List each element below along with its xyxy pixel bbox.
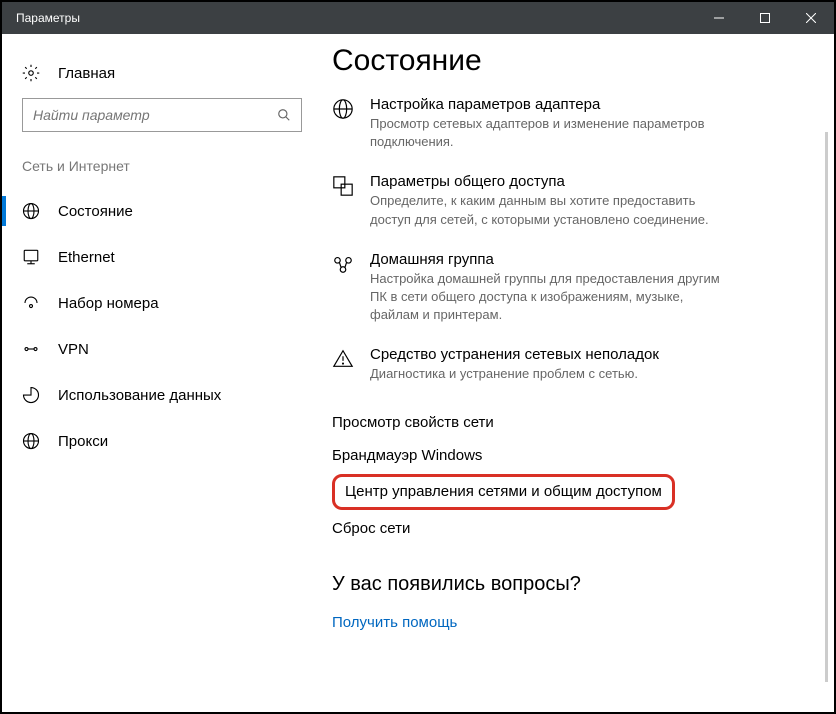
dialup-icon <box>22 294 42 312</box>
globe-icon <box>22 202 42 220</box>
proxy-icon <box>22 432 42 450</box>
ethernet-icon <box>22 248 42 266</box>
search-box[interactable] <box>22 98 302 132</box>
sidebar-item-proxy[interactable]: Прокси <box>2 418 322 464</box>
maximize-button[interactable] <box>742 2 788 34</box>
sidebar-item-label: VPN <box>58 341 89 358</box>
section-desc: Просмотр сетевых адаптеров и изменение п… <box>370 115 730 151</box>
search-icon <box>277 108 291 122</box>
minimize-button[interactable] <box>696 2 742 34</box>
section-sharing-options[interactable]: Параметры общего доступа Определите, к к… <box>332 173 804 228</box>
sidebar-item-label: Прокси <box>58 433 108 450</box>
questions-title: У вас появились вопросы? <box>332 573 804 596</box>
link-network-sharing-center[interactable]: Центр управления сетями и общим доступом <box>345 483 662 500</box>
data-usage-icon <box>22 386 42 404</box>
scrollbar[interactable] <box>825 132 828 682</box>
sidebar-item-label: Использование данных <box>58 387 221 404</box>
window-controls <box>696 2 834 34</box>
main-content: Состояние Настройка параметров адаптера … <box>322 34 834 712</box>
section-adapter-settings[interactable]: Настройка параметров адаптера Просмотр с… <box>332 96 804 151</box>
page-title: Состояние <box>332 44 804 78</box>
home-label: Главная <box>58 65 115 82</box>
vpn-icon <box>22 340 42 358</box>
section-title: Настройка параметров адаптера <box>370 96 730 113</box>
sidebar-item-dialup[interactable]: Набор номера <box>2 280 322 326</box>
section-desc: Настройка домашней группы для предоставл… <box>370 270 730 325</box>
globe-icon <box>332 98 360 151</box>
link-firewall[interactable]: Брандмауэр Windows <box>332 439 482 472</box>
section-title: Домашняя группа <box>370 251 730 268</box>
sidebar-item-ethernet[interactable]: Ethernet <box>2 234 322 280</box>
sidebar: Главная Сеть и Интернет Состояние Ethern… <box>2 34 322 712</box>
link-get-help[interactable]: Получить помощь <box>332 606 457 639</box>
category-title: Сеть и Интернет <box>2 158 322 188</box>
sidebar-item-label: Ethernet <box>58 249 115 266</box>
sidebar-item-status[interactable]: Состояние <box>2 188 322 234</box>
gear-icon <box>22 64 42 82</box>
window-title: Параметры <box>16 11 80 25</box>
section-desc: Определите, к каким данным вы хотите пре… <box>370 192 730 228</box>
close-button[interactable] <box>788 2 834 34</box>
section-title: Средство устранения сетевых неполадок <box>370 346 659 363</box>
highlighted-link: Центр управления сетями и общим доступом <box>332 474 675 510</box>
sidebar-item-data-usage[interactable]: Использование данных <box>2 372 322 418</box>
home-link[interactable]: Главная <box>2 58 322 98</box>
sidebar-item-label: Состояние <box>58 203 133 220</box>
homegroup-icon <box>332 253 360 325</box>
section-desc: Диагностика и устранение проблем с сетью… <box>370 365 659 383</box>
section-homegroup[interactable]: Домашняя группа Настройка домашней групп… <box>332 251 804 325</box>
titlebar: Параметры <box>2 2 834 34</box>
warning-icon <box>332 348 360 383</box>
sidebar-item-label: Набор номера <box>58 295 159 312</box>
search-input[interactable] <box>33 107 277 123</box>
sharing-icon <box>332 175 360 228</box>
link-network-properties[interactable]: Просмотр свойств сети <box>332 406 494 439</box>
link-network-reset[interactable]: Сброс сети <box>332 512 410 545</box>
sidebar-item-vpn[interactable]: VPN <box>2 326 322 372</box>
section-troubleshoot[interactable]: Средство устранения сетевых неполадок Ди… <box>332 346 804 383</box>
section-title: Параметры общего доступа <box>370 173 730 190</box>
